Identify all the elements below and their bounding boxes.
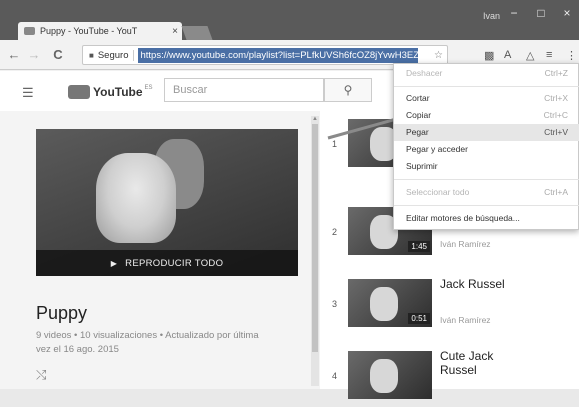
scroll-up-icon[interactable]: ▲ xyxy=(311,116,319,122)
menu-item-edit-search-engines[interactable]: Editar motores de búsqueda... xyxy=(394,210,579,227)
menu-shortcut: Ctrl+A xyxy=(544,187,568,197)
browser-menu-icon[interactable]: ⋮ xyxy=(566,49,577,62)
hamburger-menu-icon[interactable]: ☰ xyxy=(22,85,34,101)
back-icon[interactable]: ← xyxy=(6,47,22,62)
title-bar: Puppy - YouTube - YouT × Ivan − □ × xyxy=(0,0,579,40)
browser-tab[interactable]: Puppy - YouTube - YouT × xyxy=(18,22,182,40)
menu-item-copy[interactable]: Copiar Ctrl+C xyxy=(394,107,579,124)
menu-shortcut: Ctrl+C xyxy=(543,110,568,120)
url-text[interactable]: https://www.youtube.com/playlist?list=PL… xyxy=(138,47,419,63)
video-thumbnail[interactable]: 0:51 xyxy=(348,279,432,327)
search-button[interactable]: ⚲ xyxy=(324,78,372,102)
minimize-icon[interactable]: − xyxy=(502,6,526,20)
video-duration: 0:51 xyxy=(408,313,430,324)
extension-icon[interactable]: ▩ xyxy=(484,49,494,62)
video-title[interactable]: Jack Russel xyxy=(440,277,530,291)
menu-item-undo[interactable]: Deshacer Ctrl+Z xyxy=(394,65,579,82)
browser-window: Puppy - YouTube - YouT × Ivan − □ × ← → … xyxy=(0,0,579,399)
bookmark-star-icon[interactable]: ☆ xyxy=(434,50,443,61)
menu-item-label: Editar motores de búsqueda... xyxy=(406,213,520,223)
new-tab-button[interactable] xyxy=(181,26,213,40)
video-channel[interactable]: Iván Ramírez xyxy=(440,239,491,249)
forward-icon[interactable]: → xyxy=(26,47,42,62)
menu-item-label: Seleccionar todo xyxy=(406,187,470,197)
menu-item-label: Pegar xyxy=(406,127,429,137)
extension-icon-2[interactable]: △ xyxy=(526,49,534,62)
play-all-label: REPRODUCIR TODO xyxy=(125,257,224,269)
tab-close-icon[interactable]: × xyxy=(168,26,182,37)
thumbnail-dog-figure xyxy=(96,153,176,243)
video-thumbnail[interactable] xyxy=(348,351,432,399)
address-bar[interactable]: ■ Seguro https://www.youtube.com/playlis… xyxy=(82,45,448,65)
youtube-header: ☰ YouTube ES Buscar ⚲ xyxy=(0,71,400,111)
play-all-button[interactable]: ▶ REPRODUCIR TODO xyxy=(36,250,298,276)
video-duration: 1:45 xyxy=(408,241,430,252)
video-index: 3 xyxy=(332,299,338,309)
menu-shortcut: Ctrl+V xyxy=(544,127,568,137)
secure-label: Seguro xyxy=(98,49,135,61)
menu-item-label: Deshacer xyxy=(406,68,443,78)
youtube-favicon-icon xyxy=(24,27,35,35)
profile-name[interactable]: Ivan xyxy=(483,11,500,21)
scrollbar[interactable]: ▲ xyxy=(311,116,319,386)
playlist-thumbnail[interactable]: ▶ REPRODUCIR TODO xyxy=(36,129,298,276)
extension-a-icon[interactable]: A xyxy=(504,49,511,61)
menu-item-select-all[interactable]: Seleccionar todo Ctrl+A xyxy=(394,184,579,201)
scrollbar-thumb[interactable] xyxy=(312,124,318,352)
tab-title: Puppy - YouTube - YouT xyxy=(40,26,138,36)
video-index: 4 xyxy=(332,371,338,381)
shuffle-icon[interactable]: ⤭ xyxy=(36,367,46,383)
menu-item-label: Suprimir xyxy=(406,161,438,171)
lock-icon: ■ xyxy=(89,50,94,60)
list-item[interactable]: 4 Cute Jack Russel xyxy=(320,343,579,407)
menu-item-paste-and-go[interactable]: Pegar y acceder xyxy=(394,141,579,158)
reload-icon[interactable]: C xyxy=(50,47,66,62)
playlist-meta: 9 videos • 10 visualizaciones • Actualiz… xyxy=(36,330,259,355)
playlist-sidebar: ▶ REPRODUCIR TODO Puppy 9 videos • 10 vi… xyxy=(0,111,320,389)
video-index: 2 xyxy=(332,227,338,237)
puppy-image xyxy=(370,287,398,321)
country-code: ES xyxy=(144,85,153,91)
search-icon: ⚲ xyxy=(343,83,353,97)
video-title[interactable]: Cute Jack Russel xyxy=(440,349,530,377)
menu-item-label: Copiar xyxy=(406,110,432,120)
puppy-image xyxy=(370,359,398,393)
close-window-icon[interactable]: × xyxy=(555,6,579,20)
maximize-icon[interactable]: □ xyxy=(529,6,553,20)
menu-separator xyxy=(394,86,579,87)
menu-separator xyxy=(394,179,579,180)
youtube-logo[interactable]: YouTube ES xyxy=(68,85,153,99)
play-icon: ▶ xyxy=(110,258,118,268)
playlist-title: Puppy xyxy=(36,303,88,323)
video-channel[interactable]: Iván Ramírez xyxy=(440,315,491,325)
extension-icon-3[interactable]: ≡ xyxy=(546,49,552,61)
context-menu: Deshacer Ctrl+Z Cortar Ctrl+X Copiar Ctr… xyxy=(393,63,579,230)
list-item[interactable]: 3 0:51 Jack Russel Iván Ramírez xyxy=(320,271,579,335)
menu-item-label: Cortar xyxy=(406,93,430,103)
menu-shortcut: Ctrl+Z xyxy=(544,68,568,78)
menu-separator xyxy=(394,205,579,206)
youtube-play-logo-icon xyxy=(68,85,90,99)
menu-item-label: Pegar y acceder xyxy=(406,144,468,154)
menu-item-cut[interactable]: Cortar Ctrl+X xyxy=(394,90,579,107)
menu-shortcut: Ctrl+X xyxy=(544,93,568,103)
menu-item-paste[interactable]: Pegar Ctrl+V xyxy=(394,124,579,141)
menu-item-delete[interactable]: Suprimir xyxy=(394,158,579,175)
youtube-wordmark: YouTube xyxy=(93,85,143,99)
search-input[interactable]: Buscar xyxy=(164,78,324,102)
